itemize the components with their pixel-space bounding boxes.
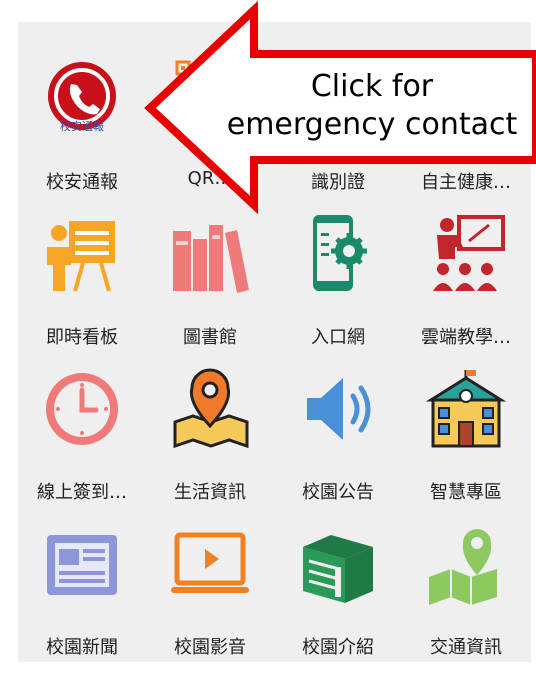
- grid-item-label: 校園公告: [302, 482, 374, 503]
- emergency-phone-icon: 校安通報: [39, 56, 125, 142]
- clock-icon: [39, 366, 125, 452]
- grid-item-traffic-info[interactable]: 交通資訊: [402, 509, 530, 664]
- grid-item-label: 生活資訊: [174, 482, 246, 503]
- grid-item-label: QR…: [187, 168, 233, 189]
- newspaper-icon: [39, 521, 125, 607]
- grid-item-label: 識別證: [311, 172, 365, 193]
- grid-item-campus-intro[interactable]: 校園介紹: [274, 509, 402, 664]
- grid-item-smart-zone[interactable]: 智慧專區: [402, 354, 530, 509]
- grid-item-label: 智慧專區: [430, 482, 502, 503]
- grid-item-cloud-teaching[interactable]: 雲端教學…: [402, 199, 530, 354]
- library-books-icon: [167, 211, 253, 297]
- grid-item-label: 校園介紹: [302, 637, 374, 658]
- mobile-portal-gear-icon: [295, 211, 381, 297]
- grid-item-label: 雲端教學…: [421, 327, 511, 348]
- grid-item-library[interactable]: 圖書館: [146, 199, 274, 354]
- callout-text: Click for emergency contact: [212, 68, 532, 144]
- grid-item-label: 即時看板: [46, 327, 118, 348]
- campus-book-icon: [295, 521, 381, 607]
- callout-line-1: Click for: [310, 69, 434, 104]
- svg-text:校安通報: 校安通報: [60, 119, 104, 133]
- cloud-teaching-classroom-icon: [423, 211, 509, 297]
- grid-item-label: 校安通報: [46, 172, 118, 193]
- grid-item-label: 入口網: [311, 327, 365, 348]
- grid-item-online-signin[interactable]: 線上簽到…: [18, 354, 146, 509]
- grid-item-label: 校園新聞: [46, 637, 118, 658]
- grid-item-label: 線上簽到…: [37, 482, 127, 503]
- grid-item-emergency-report[interactable]: 校安通報 校安通報: [18, 44, 146, 199]
- grid-item-label: 圖書館: [183, 327, 237, 348]
- grid-item-label: 校園影音: [174, 637, 246, 658]
- grid-item-campus-announcement[interactable]: 校園公告: [274, 354, 402, 509]
- grid-item-label: 交通資訊: [430, 637, 502, 658]
- callout-line-2: emergency contact: [226, 107, 518, 142]
- video-monitor-icon: [167, 521, 253, 607]
- grid-item-live-board[interactable]: 即時看板: [18, 199, 146, 354]
- map-pin-icon: [167, 366, 253, 452]
- presentation-board-icon: [39, 211, 125, 297]
- map-location-icon: [423, 521, 509, 607]
- grid-item-life-info[interactable]: 生活資訊: [146, 354, 274, 509]
- grid-item-campus-video[interactable]: 校園影音: [146, 509, 274, 664]
- speaker-icon: [295, 366, 381, 452]
- school-building-icon: [423, 366, 509, 452]
- grid-item-portal[interactable]: 入口網: [274, 199, 402, 354]
- grid-item-label: 自主健康…: [421, 172, 511, 193]
- grid-item-campus-news[interactable]: 校園新聞: [18, 509, 146, 664]
